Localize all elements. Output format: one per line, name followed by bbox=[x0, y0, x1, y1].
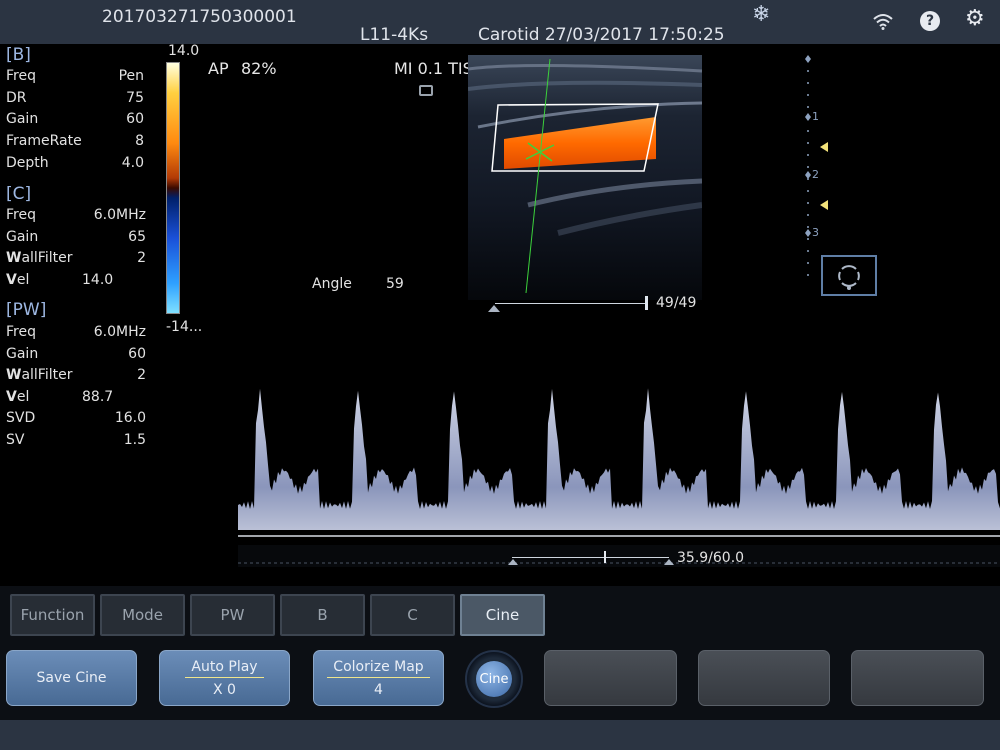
c-vel-value: 14.0 bbox=[82, 272, 114, 288]
softkey-blank-3[interactable] bbox=[851, 650, 984, 706]
cine-scrub-strip bbox=[238, 545, 1000, 567]
auto-play-button[interactable]: Auto Play X 0 bbox=[159, 650, 290, 706]
rotate-icon[interactable] bbox=[821, 255, 877, 296]
b-gain-value: 60 bbox=[126, 111, 144, 127]
probe-name: L11-4Ks bbox=[360, 25, 429, 45]
bottom-bar bbox=[0, 720, 1000, 750]
pw-wallfilter-label: WallFilter bbox=[6, 367, 73, 383]
angle-value: 59 bbox=[386, 276, 404, 292]
section-pw-title: [PW] bbox=[6, 300, 47, 320]
softkey-blank-1[interactable] bbox=[544, 650, 677, 706]
pw-freq-label: Freq bbox=[6, 324, 36, 340]
c-gain-value: 65 bbox=[128, 229, 146, 245]
b-dr-value: 75 bbox=[126, 90, 144, 106]
tab-c[interactable]: C bbox=[370, 594, 455, 636]
pw-wallfilter-value: 2 bbox=[137, 367, 146, 383]
b-depth-value: 4.0 bbox=[121, 155, 144, 171]
save-cine-label: Save Cine bbox=[36, 670, 107, 686]
b-framerate-value: 8 bbox=[135, 133, 144, 149]
cine-slider-track[interactable] bbox=[512, 557, 669, 558]
softkey-blank-2[interactable] bbox=[698, 650, 830, 706]
cine-slider-handle[interactable] bbox=[604, 551, 606, 563]
save-cine-button[interactable]: Save Cine bbox=[6, 650, 137, 706]
frame-slider-track[interactable] bbox=[495, 303, 648, 304]
depth-mark-2: 2 bbox=[812, 168, 819, 181]
b-freq-label: Freq bbox=[6, 68, 36, 84]
depth-mark-1: 1 bbox=[812, 110, 819, 123]
section-b-title: [B] bbox=[6, 45, 31, 65]
pw-sv-label: SV bbox=[6, 432, 25, 448]
cine-slider-start-marker[interactable] bbox=[508, 559, 518, 565]
tab-function[interactable]: Function bbox=[10, 594, 95, 636]
b-dr-label: DR bbox=[6, 90, 27, 106]
ap-label: AP bbox=[208, 59, 229, 78]
pw-vel-label: Vel bbox=[6, 389, 30, 405]
angle-label: Angle bbox=[312, 276, 352, 292]
colorbar-min: -14... bbox=[166, 319, 203, 335]
tab-cine[interactable]: Cine bbox=[460, 594, 545, 636]
pw-sv-value: 1.5 bbox=[123, 432, 146, 448]
c-freq-value: 6.0MHz bbox=[93, 207, 146, 223]
patient-id: 201703271750300001 bbox=[102, 7, 297, 27]
section-c-title: [C] bbox=[6, 184, 32, 204]
c-freq-label: Freq bbox=[6, 207, 36, 223]
pw-freq-value: 6.0MHz bbox=[93, 324, 146, 340]
doppler-spectrum bbox=[238, 330, 1000, 540]
pw-svd-value: 16.0 bbox=[114, 410, 146, 426]
wifi-icon bbox=[873, 14, 893, 30]
pw-svd-label: SVD bbox=[6, 410, 36, 426]
cine-slider-end-marker[interactable] bbox=[664, 559, 674, 565]
top-status-bar: 201703271750300001 L11-4Ks Carotid 27/03… bbox=[0, 0, 1000, 45]
pw-gain-value: 60 bbox=[128, 346, 146, 362]
colorize-map-button[interactable]: Colorize Map 4 bbox=[313, 650, 444, 706]
gear-icon[interactable]: ⚙ bbox=[965, 6, 985, 31]
auto-play-value: X 0 bbox=[213, 681, 236, 698]
color-velocity-bar bbox=[166, 62, 180, 314]
colorize-map-label: Colorize Map bbox=[327, 659, 430, 678]
colorize-map-value: 4 bbox=[374, 681, 383, 698]
rotate-arrows-icon bbox=[838, 264, 860, 290]
pw-vel-value: 88.7 bbox=[82, 389, 114, 405]
c-wallfilter-label: WallFilter bbox=[6, 250, 73, 266]
ap-value: 82% bbox=[241, 59, 277, 78]
auto-play-label: Auto Play bbox=[185, 659, 264, 678]
b-framerate-label: FrameRate bbox=[6, 133, 82, 149]
b-gain-label: Gain bbox=[6, 111, 39, 127]
pw-gain-label: Gain bbox=[6, 346, 39, 362]
c-gain-label: Gain bbox=[6, 229, 39, 245]
preset-datetime: Carotid 27/03/2017 17:50:25 bbox=[478, 25, 725, 45]
tab-b[interactable]: B bbox=[280, 594, 365, 636]
depth-mark-3: 3 bbox=[812, 226, 819, 239]
frame-counter: 49/49 bbox=[656, 295, 697, 311]
snowflake-icon[interactable]: ❄ bbox=[752, 2, 770, 27]
frame-slider-handle[interactable] bbox=[645, 296, 648, 310]
cine-round-label: Cine bbox=[476, 661, 512, 697]
window-icon bbox=[419, 85, 433, 96]
tab-pw[interactable]: PW bbox=[190, 594, 275, 636]
frame-slider-start-marker[interactable] bbox=[488, 305, 500, 312]
tab-mode[interactable]: Mode bbox=[100, 594, 185, 636]
c-vel-label: Vel bbox=[6, 272, 30, 288]
c-wallfilter-value: 2 bbox=[137, 250, 146, 266]
cine-counter: 35.9/60.0 bbox=[677, 550, 745, 566]
cine-round-button[interactable]: Cine bbox=[465, 650, 523, 708]
bmode-image bbox=[468, 55, 702, 300]
colorbar-max: 14.0 bbox=[168, 43, 200, 59]
b-depth-label: Depth bbox=[6, 155, 49, 171]
b-freq-value: Pen bbox=[118, 68, 144, 84]
help-icon[interactable]: ? bbox=[920, 11, 940, 31]
